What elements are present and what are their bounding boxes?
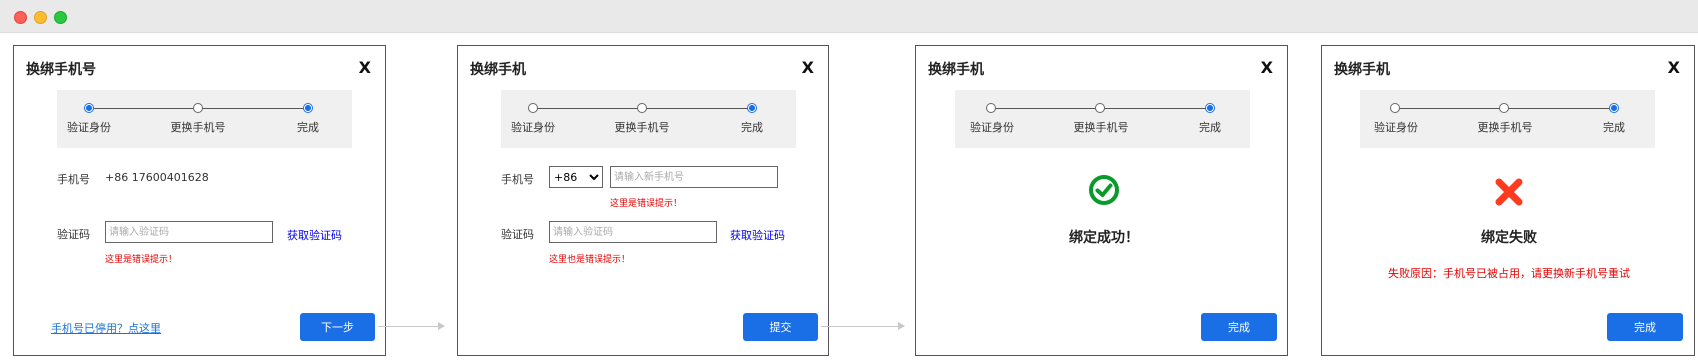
flow-arrow-2 bbox=[821, 322, 905, 330]
step-dot-change bbox=[193, 103, 203, 113]
step-label-verify: 验证身份 bbox=[511, 121, 555, 134]
step-label-change: 更换手机号 bbox=[1073, 121, 1129, 134]
step-label-change: 更换手机号 bbox=[170, 121, 226, 134]
get-code-link[interactable]: 获取验证码 bbox=[730, 227, 785, 243]
code-input[interactable] bbox=[549, 221, 717, 243]
panel-change-phone: 换绑手机 X 验证身份 更换手机号 完成 手机号 +86 这里是错误提示！ 验证… bbox=[457, 45, 829, 356]
failure-reason: 失败原因：手机号已被占用，请更换新手机号重试 bbox=[1388, 267, 1630, 280]
phone-value: +86 17600401628 bbox=[105, 171, 209, 184]
step-label-change: 更换手机号 bbox=[614, 121, 670, 134]
close-icon[interactable]: X bbox=[802, 60, 814, 76]
step-label-done: 完成 bbox=[741, 121, 763, 134]
panel-bind-success: 换绑手机 X 验证身份 更换手机号 完成 绑定成功！ 完成 bbox=[915, 45, 1288, 356]
step-label-done: 完成 bbox=[297, 121, 319, 134]
step-dot-change bbox=[1499, 103, 1509, 113]
step-label-verify: 验证身份 bbox=[970, 121, 1014, 134]
step-label-change: 更换手机号 bbox=[1477, 121, 1533, 134]
progress-stepper: 验证身份 更换手机号 完成 bbox=[1360, 90, 1655, 148]
step-dot-verify bbox=[84, 103, 94, 113]
result-title: 绑定失败 bbox=[1481, 230, 1537, 246]
step-dot-done bbox=[1205, 103, 1215, 113]
window-titlebar bbox=[0, 0, 1698, 33]
phone-error: 这里是错误提示！ bbox=[610, 199, 683, 209]
code-error: 这里也是错误提示！ bbox=[549, 255, 631, 265]
panel-title: 换绑手机 bbox=[470, 62, 526, 78]
phone-label: 手机号 bbox=[501, 173, 534, 186]
zoom-window-button[interactable] bbox=[54, 11, 67, 24]
phone-label: 手机号 bbox=[57, 173, 90, 186]
step-dot-done bbox=[747, 103, 757, 113]
progress-stepper: 验证身份 更换手机号 完成 bbox=[501, 90, 796, 148]
step-label-verify: 验证身份 bbox=[1374, 121, 1418, 134]
step-label-done: 完成 bbox=[1199, 121, 1221, 134]
step-dot-change bbox=[1095, 103, 1105, 113]
step-dot-verify bbox=[986, 103, 996, 113]
close-icon[interactable]: X bbox=[1668, 60, 1680, 76]
done-button[interactable]: 完成 bbox=[1607, 313, 1683, 341]
new-phone-input[interactable] bbox=[610, 166, 778, 188]
cross-icon bbox=[1493, 176, 1525, 212]
check-circle-icon bbox=[1088, 174, 1120, 210]
code-label: 验证码 bbox=[57, 228, 90, 241]
get-code-link[interactable]: 获取验证码 bbox=[287, 227, 342, 243]
step-dot-verify bbox=[1390, 103, 1400, 113]
progress-stepper: 验证身份 更换手机号 完成 bbox=[955, 90, 1250, 148]
country-code-select[interactable]: +86 bbox=[549, 166, 603, 188]
panel-verify-identity: 换绑手机号 X 验证身份 更换手机号 完成 手机号 +86 1760040162… bbox=[13, 45, 386, 356]
step-dot-done bbox=[303, 103, 313, 113]
minimize-window-button[interactable] bbox=[34, 11, 47, 24]
code-error: 这里是错误提示！ bbox=[105, 255, 178, 265]
step-dot-verify bbox=[528, 103, 538, 113]
result-title: 绑定成功！ bbox=[1069, 230, 1139, 246]
code-input[interactable] bbox=[105, 221, 273, 243]
panel-title: 换绑手机 bbox=[928, 62, 984, 78]
panel-bind-failure: 换绑手机 X 验证身份 更换手机号 完成 绑定失败 失败原因：手机号已被占用，请… bbox=[1321, 45, 1695, 356]
code-label: 验证码 bbox=[501, 228, 534, 241]
step-dot-change bbox=[637, 103, 647, 113]
step-label-verify: 验证身份 bbox=[67, 121, 111, 134]
progress-stepper: 验证身份 更换手机号 完成 bbox=[57, 90, 352, 148]
flow-arrow-1 bbox=[378, 322, 445, 330]
panel-title: 换绑手机号 bbox=[26, 62, 96, 78]
help-link[interactable]: 手机号已停用？点这里 bbox=[51, 320, 161, 336]
step-label-done: 完成 bbox=[1603, 121, 1625, 134]
next-button[interactable]: 下一步 bbox=[300, 313, 375, 341]
step-dot-done bbox=[1609, 103, 1619, 113]
done-button[interactable]: 完成 bbox=[1201, 313, 1277, 341]
panel-title: 换绑手机 bbox=[1334, 62, 1390, 78]
close-window-button[interactable] bbox=[14, 11, 27, 24]
close-icon[interactable]: X bbox=[1261, 60, 1273, 76]
submit-button[interactable]: 提交 bbox=[743, 313, 818, 341]
close-icon[interactable]: X bbox=[359, 60, 371, 76]
